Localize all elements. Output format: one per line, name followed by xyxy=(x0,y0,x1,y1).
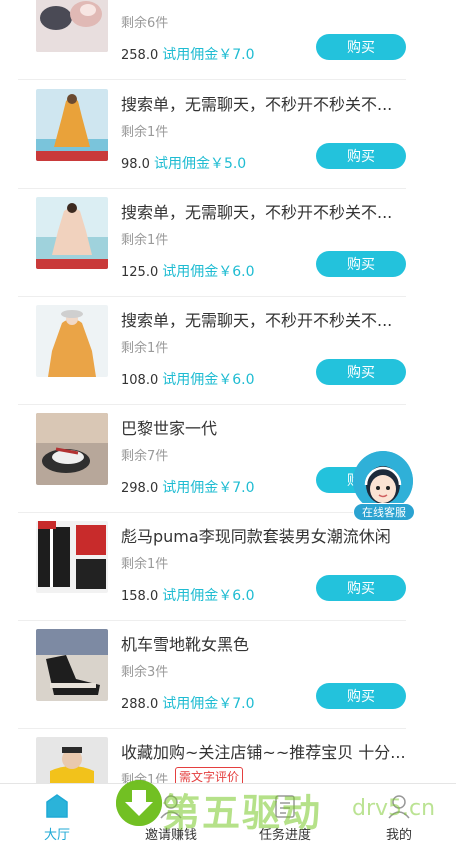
product-title: 机车雪地靴女黑色 xyxy=(121,635,250,654)
buy-button[interactable]: 购买 xyxy=(316,575,406,601)
tab-label: 邀请赚钱 xyxy=(144,828,197,843)
buy-button[interactable]: 购买 xyxy=(316,143,406,169)
service-avatar-icon xyxy=(353,451,413,511)
list-item[interactable]: 剩余6件 258.0 试用佣金￥7.0 购买 xyxy=(18,0,406,80)
tab-label: 我的 xyxy=(385,828,412,843)
bottom-tab-bar: 大厅 邀请赚钱 任务进度 我的 xyxy=(0,783,456,845)
product-thumbnail xyxy=(36,89,108,161)
commission: 试用佣金￥6.0 xyxy=(162,588,255,604)
buy-button[interactable]: 购买 xyxy=(316,683,406,709)
list-item[interactable]: 搜索单，无需聊天，不秒开不秒关不... 剩余1件 108.0 试用佣金￥6.0 购… xyxy=(18,297,406,405)
invite-icon xyxy=(157,792,185,820)
tab-progress[interactable]: 任务进度 xyxy=(228,784,342,845)
tab-hall[interactable]: 大厅 xyxy=(0,784,114,845)
list-item[interactable]: 机车雪地靴女黑色 剩余3件 288.0 试用佣金￥7.0 购买 xyxy=(18,621,406,729)
price-row: 98.0 试用佣金￥5.0 xyxy=(121,153,246,173)
product-title: 彪马puma李现同款套装男女潮流休闲 xyxy=(121,527,391,546)
price: 288.0 xyxy=(121,697,159,712)
buy-button[interactable]: 购买 xyxy=(316,34,406,60)
service-label: 在线客服 xyxy=(353,503,415,521)
hall-icon xyxy=(43,792,71,820)
product-thumbnail xyxy=(36,197,108,269)
price-row: 258.0 试用佣金￥7.0 xyxy=(121,44,254,64)
tab-label: 大厅 xyxy=(43,828,70,843)
tab-profile[interactable]: 我的 xyxy=(342,784,456,845)
product-title: 巴黎世家一代 xyxy=(121,419,218,438)
buy-button[interactable]: 购买 xyxy=(316,251,406,277)
profile-icon xyxy=(385,792,413,820)
price-row: 108.0 试用佣金￥6.0 xyxy=(121,369,254,389)
price: 258.0 xyxy=(121,48,159,63)
remaining-count: 剩余1件 xyxy=(121,125,169,140)
remaining-count: 剩余1件 xyxy=(121,341,169,356)
progress-icon xyxy=(271,792,299,820)
remaining-count: 剩余1件 xyxy=(121,233,169,248)
product-thumbnail xyxy=(36,413,108,485)
list-item[interactable]: 巴黎世家一代 剩余7件 298.0试用佣金￥7.0 购买 xyxy=(18,405,406,513)
price-row: 125.0 试用佣金￥6.0 xyxy=(121,261,254,281)
price: 98.0 xyxy=(121,157,150,172)
product-title: 搜索单，无需聊天，不秒开不秒关不... xyxy=(121,311,393,330)
commission: 试用佣金￥6.0 xyxy=(162,264,255,280)
list-item[interactable]: 搜索单，无需聊天，不秒开不秒关不... 剩余1件 98.0 试用佣金￥5.0 购买 xyxy=(18,81,406,189)
list-item[interactable]: 搜索单，无需聊天，不秒开不秒关不... 剩余1件 125.0 试用佣金￥6.0 购… xyxy=(18,189,406,297)
price: 125.0 xyxy=(121,265,159,280)
product-thumbnail xyxy=(36,521,108,593)
product-thumbnail xyxy=(36,0,108,52)
tab-invite[interactable]: 邀请赚钱 xyxy=(114,784,228,845)
price: 108.0 xyxy=(121,373,159,388)
online-service-button[interactable]: 在线客服 xyxy=(351,449,415,523)
commission: 试用佣金￥5.0 xyxy=(153,156,247,172)
remaining-count: 剩余7件 xyxy=(121,449,169,464)
remaining-count: 剩余3件 xyxy=(121,665,169,680)
remaining-count: 剩余1件 xyxy=(121,557,169,572)
commission: 试用佣金￥7.0 xyxy=(162,47,255,63)
tab-label: 任务进度 xyxy=(258,828,311,843)
buy-button[interactable]: 购买 xyxy=(316,359,406,385)
product-thumbnail xyxy=(36,305,108,377)
list-item[interactable]: 彪马puma李现同款套装男女潮流休闲 剩余1件 158.0 试用佣金￥6.0 购买 xyxy=(18,513,406,621)
product-title: 搜索单，无需聊天，不秒开不秒关不... xyxy=(121,203,393,222)
price-row: 288.0 试用佣金￥7.0 xyxy=(121,693,254,713)
commission: 试用佣金￥6.0 xyxy=(162,372,255,388)
price: 158.0 xyxy=(121,589,159,604)
price-row: 298.0 试用佣金￥7.0 xyxy=(121,477,254,497)
product-title: 搜索单，无需聊天，不秒开不秒关不... xyxy=(121,95,393,114)
price-row: 158.0 试用佣金￥6.0 xyxy=(121,585,254,605)
commission: 试用佣金￥7.0 xyxy=(162,480,255,496)
commission: 试用佣金￥7.0 xyxy=(162,696,255,712)
remaining-count: 剩余6件 xyxy=(121,16,169,31)
product-title: 收藏加购~关注店铺~~推荐宝贝 十分... xyxy=(121,743,406,762)
product-thumbnail xyxy=(36,629,108,701)
price: 298.0 xyxy=(121,481,159,496)
